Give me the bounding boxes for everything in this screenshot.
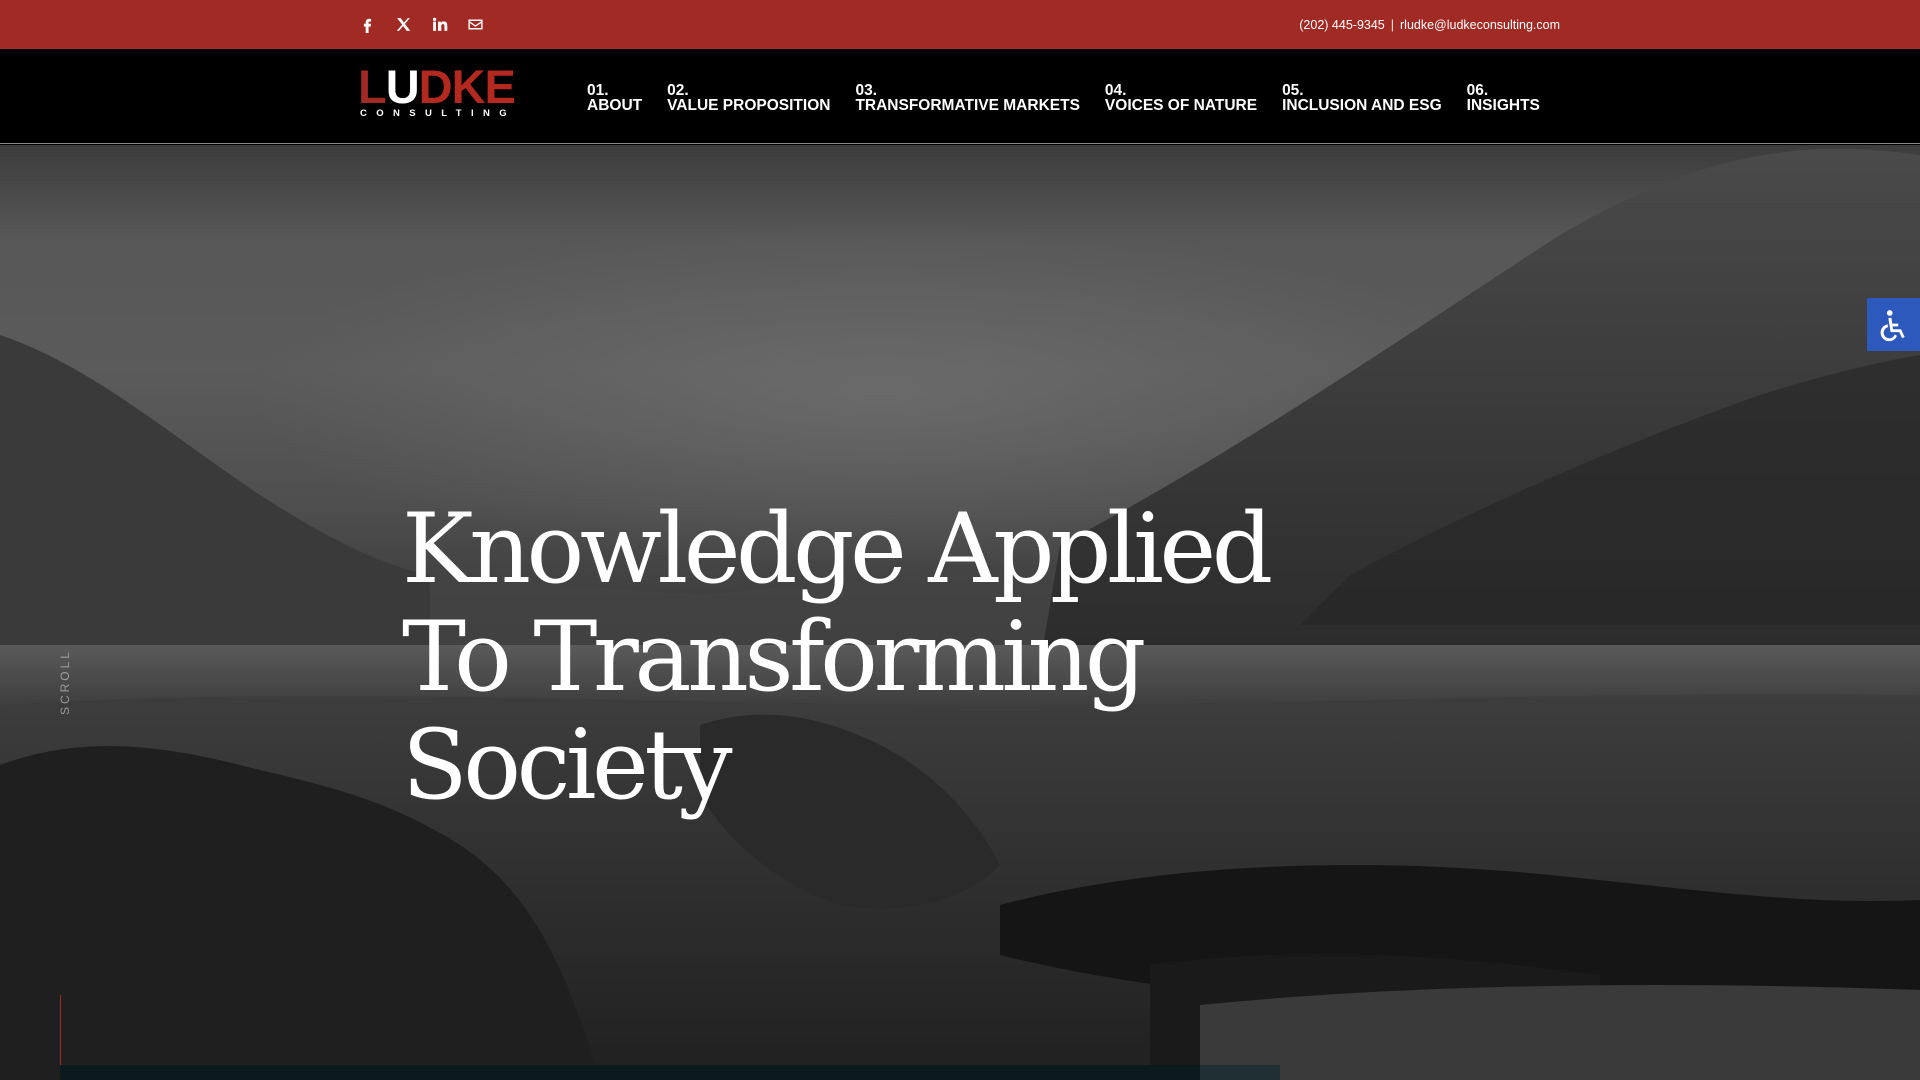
main-nav: 01. ABOUT 02. VALUE PROPOSITION 03. TRAN…	[587, 82, 1540, 114]
phone-link[interactable]: (202) 445-9345	[1299, 18, 1384, 32]
logo-part-b: DKE	[418, 60, 516, 113]
email-link[interactable]: rludke@ludkeconsulting.com	[1400, 18, 1560, 32]
nav-item-value-proposition[interactable]: 02. VALUE PROPOSITION	[667, 82, 831, 114]
nav-item-number: 01.	[587, 82, 609, 99]
nav-item-label: VOICES OF NATURE	[1104, 97, 1258, 114]
nav-item-about[interactable]: 01. ABOUT	[587, 82, 643, 114]
headline-line-2: To Transforming	[402, 601, 1146, 713]
x-twitter-icon[interactable]	[394, 16, 412, 34]
headline-line-1: Knowledge Applied	[402, 493, 1273, 605]
site-header: LU DKE CONSULTING 01. ABOUT 02. VALUE PRO…	[0, 49, 1920, 144]
nav-item-label: ABOUT	[587, 97, 643, 114]
nav-item-number: 02.	[667, 82, 689, 99]
nav-item-number: 05.	[1282, 82, 1304, 99]
logo-wordmark: LU DKE	[358, 60, 516, 113]
accessibility-button[interactable]	[1867, 298, 1920, 351]
nav-item-label: TRANSFORMATIVE MARKETS	[855, 97, 1080, 114]
bottom-strip	[60, 1065, 1200, 1080]
nav-item-inclusion-and-esg[interactable]: 05. INCLUSION AND ESG	[1282, 82, 1442, 114]
bottom-strip-end	[1200, 1065, 1280, 1080]
nav-item-number: 06.	[1466, 82, 1489, 99]
email-icon[interactable]	[466, 16, 484, 34]
nav-item-label: VALUE PROPOSITION	[667, 97, 831, 114]
logo[interactable]: LU DKE CONSULTING	[358, 60, 517, 119]
wheelchair-icon	[1880, 309, 1905, 341]
logo-part-a: LU	[358, 60, 420, 113]
contact-info: (202) 445-9345 | rludke@ludkeconsulting.…	[1299, 0, 1560, 49]
headline-line-3: Society	[402, 709, 733, 821]
nav-item-label: INCLUSION AND ESG	[1282, 97, 1442, 114]
linkedin-icon[interactable]	[430, 16, 448, 34]
hero-section: Knowledge Applied To Transforming Societ…	[0, 145, 1920, 1080]
nav-item-insights[interactable]: 06. INSIGHTS	[1466, 82, 1540, 114]
contact-separator: |	[1390, 17, 1394, 32]
social-links	[358, 0, 484, 49]
nav-item-voices-of-nature[interactable]: 04. VOICES OF NATURE	[1104, 82, 1258, 114]
facebook-icon[interactable]	[358, 16, 376, 34]
hero-headline: Knowledge Applied To Transforming Societ…	[402, 495, 1302, 819]
nav-item-label: INSIGHTS	[1466, 97, 1540, 114]
logo-subtitle: CONSULTING	[360, 108, 517, 119]
top-bar: (202) 445-9345 | rludke@ludkeconsulting.…	[0, 0, 1920, 49]
nav-item-number: 04.	[1104, 82, 1127, 99]
nav-item-transformative-markets[interactable]: 03. TRANSFORMATIVE MARKETS	[855, 82, 1080, 114]
nav-item-number: 03.	[855, 82, 878, 99]
scroll-indicator[interactable]: SCROLL	[58, 649, 72, 715]
